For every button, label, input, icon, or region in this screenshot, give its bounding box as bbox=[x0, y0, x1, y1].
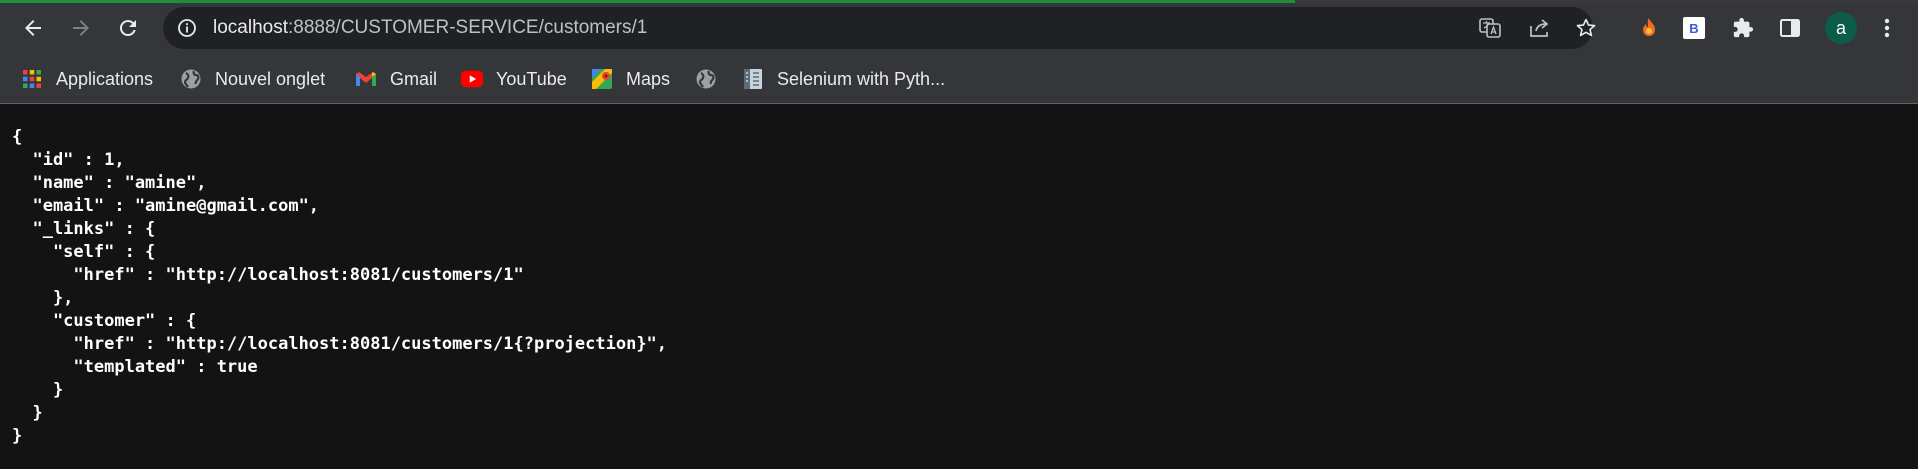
bookmark-untitled[interactable] bbox=[695, 56, 730, 102]
more-vert-icon bbox=[1884, 18, 1890, 38]
globe-icon bbox=[180, 68, 202, 90]
gmail-icon bbox=[355, 68, 377, 90]
load-progress-track bbox=[0, 0, 1918, 3]
page-content: { "id" : 1, "name" : "amine", "email" : … bbox=[0, 104, 1918, 469]
selenium-doc-icon bbox=[742, 68, 764, 90]
side-panel-icon bbox=[1780, 19, 1800, 37]
address-bar[interactable]: localhost:8888/CUSTOMER-SERVICE/customer… bbox=[163, 7, 1596, 49]
b-extension-label: B bbox=[1689, 20, 1699, 36]
b-extension-icon: B bbox=[1683, 17, 1705, 39]
bookmark-label: Maps bbox=[626, 68, 671, 89]
star-icon bbox=[1576, 18, 1596, 37]
forward-button[interactable] bbox=[63, 10, 99, 46]
translate-icon bbox=[1479, 18, 1501, 38]
share-button[interactable] bbox=[1526, 15, 1552, 41]
translate-button[interactable] bbox=[1477, 15, 1503, 41]
url-host: localhost bbox=[213, 17, 288, 38]
bookmark-gmail[interactable]: Gmail bbox=[355, 56, 437, 102]
chrome-menu-button[interactable] bbox=[1871, 12, 1903, 44]
apps-grid-icon bbox=[21, 68, 43, 90]
bookmark-label: Applications bbox=[56, 68, 154, 89]
share-icon bbox=[1530, 19, 1549, 37]
bookmark-label: Gmail bbox=[390, 68, 438, 89]
fire-extension-icon bbox=[1643, 18, 1655, 36]
youtube-icon bbox=[461, 68, 483, 90]
json-response-body: { "id" : 1, "name" : "amine", "email" : … bbox=[12, 127, 668, 446]
url-path: :8888/CUSTOMER-SERVICE/customers/1 bbox=[288, 17, 648, 38]
side-panel-button[interactable] bbox=[1774, 12, 1806, 44]
bookmark-maps[interactable]: Maps bbox=[591, 56, 670, 102]
bookmark-label: Nouvel onglet bbox=[215, 68, 326, 89]
back-arrow-icon bbox=[25, 20, 41, 36]
bookmark-youtube[interactable]: YouTube bbox=[461, 56, 567, 102]
bookmark-label: YouTube bbox=[496, 68, 567, 89]
extension-b-button[interactable]: B bbox=[1678, 12, 1710, 44]
globe-icon bbox=[695, 68, 717, 90]
forward-arrow-icon bbox=[73, 20, 89, 36]
reload-button[interactable] bbox=[110, 10, 146, 46]
bookmark-star-button[interactable] bbox=[1573, 15, 1599, 41]
back-button[interactable] bbox=[15, 10, 51, 46]
bookmark-nouvel-onglet[interactable]: Nouvel onglet bbox=[180, 56, 325, 102]
reload-icon bbox=[119, 20, 136, 37]
extensions-button[interactable] bbox=[1727, 12, 1759, 44]
browser-toolbar: localhost:8888/CUSTOMER-SERVICE/customer… bbox=[0, 0, 1918, 56]
url-text[interactable]: localhost:8888/CUSTOMER-SERVICE/customer… bbox=[213, 7, 647, 49]
bookmark-label: Selenium with Pyth... bbox=[777, 68, 946, 89]
puzzle-icon bbox=[1733, 17, 1754, 38]
maps-icon bbox=[591, 68, 613, 90]
extension-fire-button[interactable] bbox=[1633, 12, 1665, 44]
profile-avatar[interactable]: a bbox=[1825, 12, 1857, 44]
load-progress-bar bbox=[0, 0, 1295, 3]
profile-initial: a bbox=[1835, 17, 1846, 38]
site-info-icon[interactable] bbox=[177, 18, 197, 38]
bookmark-applications[interactable]: Applications bbox=[21, 56, 153, 102]
bookmarks-bar: Applications Nouvel onglet Gmail YouTube… bbox=[0, 56, 1918, 104]
bookmark-selenium[interactable]: Selenium with Pyth... bbox=[742, 56, 945, 102]
